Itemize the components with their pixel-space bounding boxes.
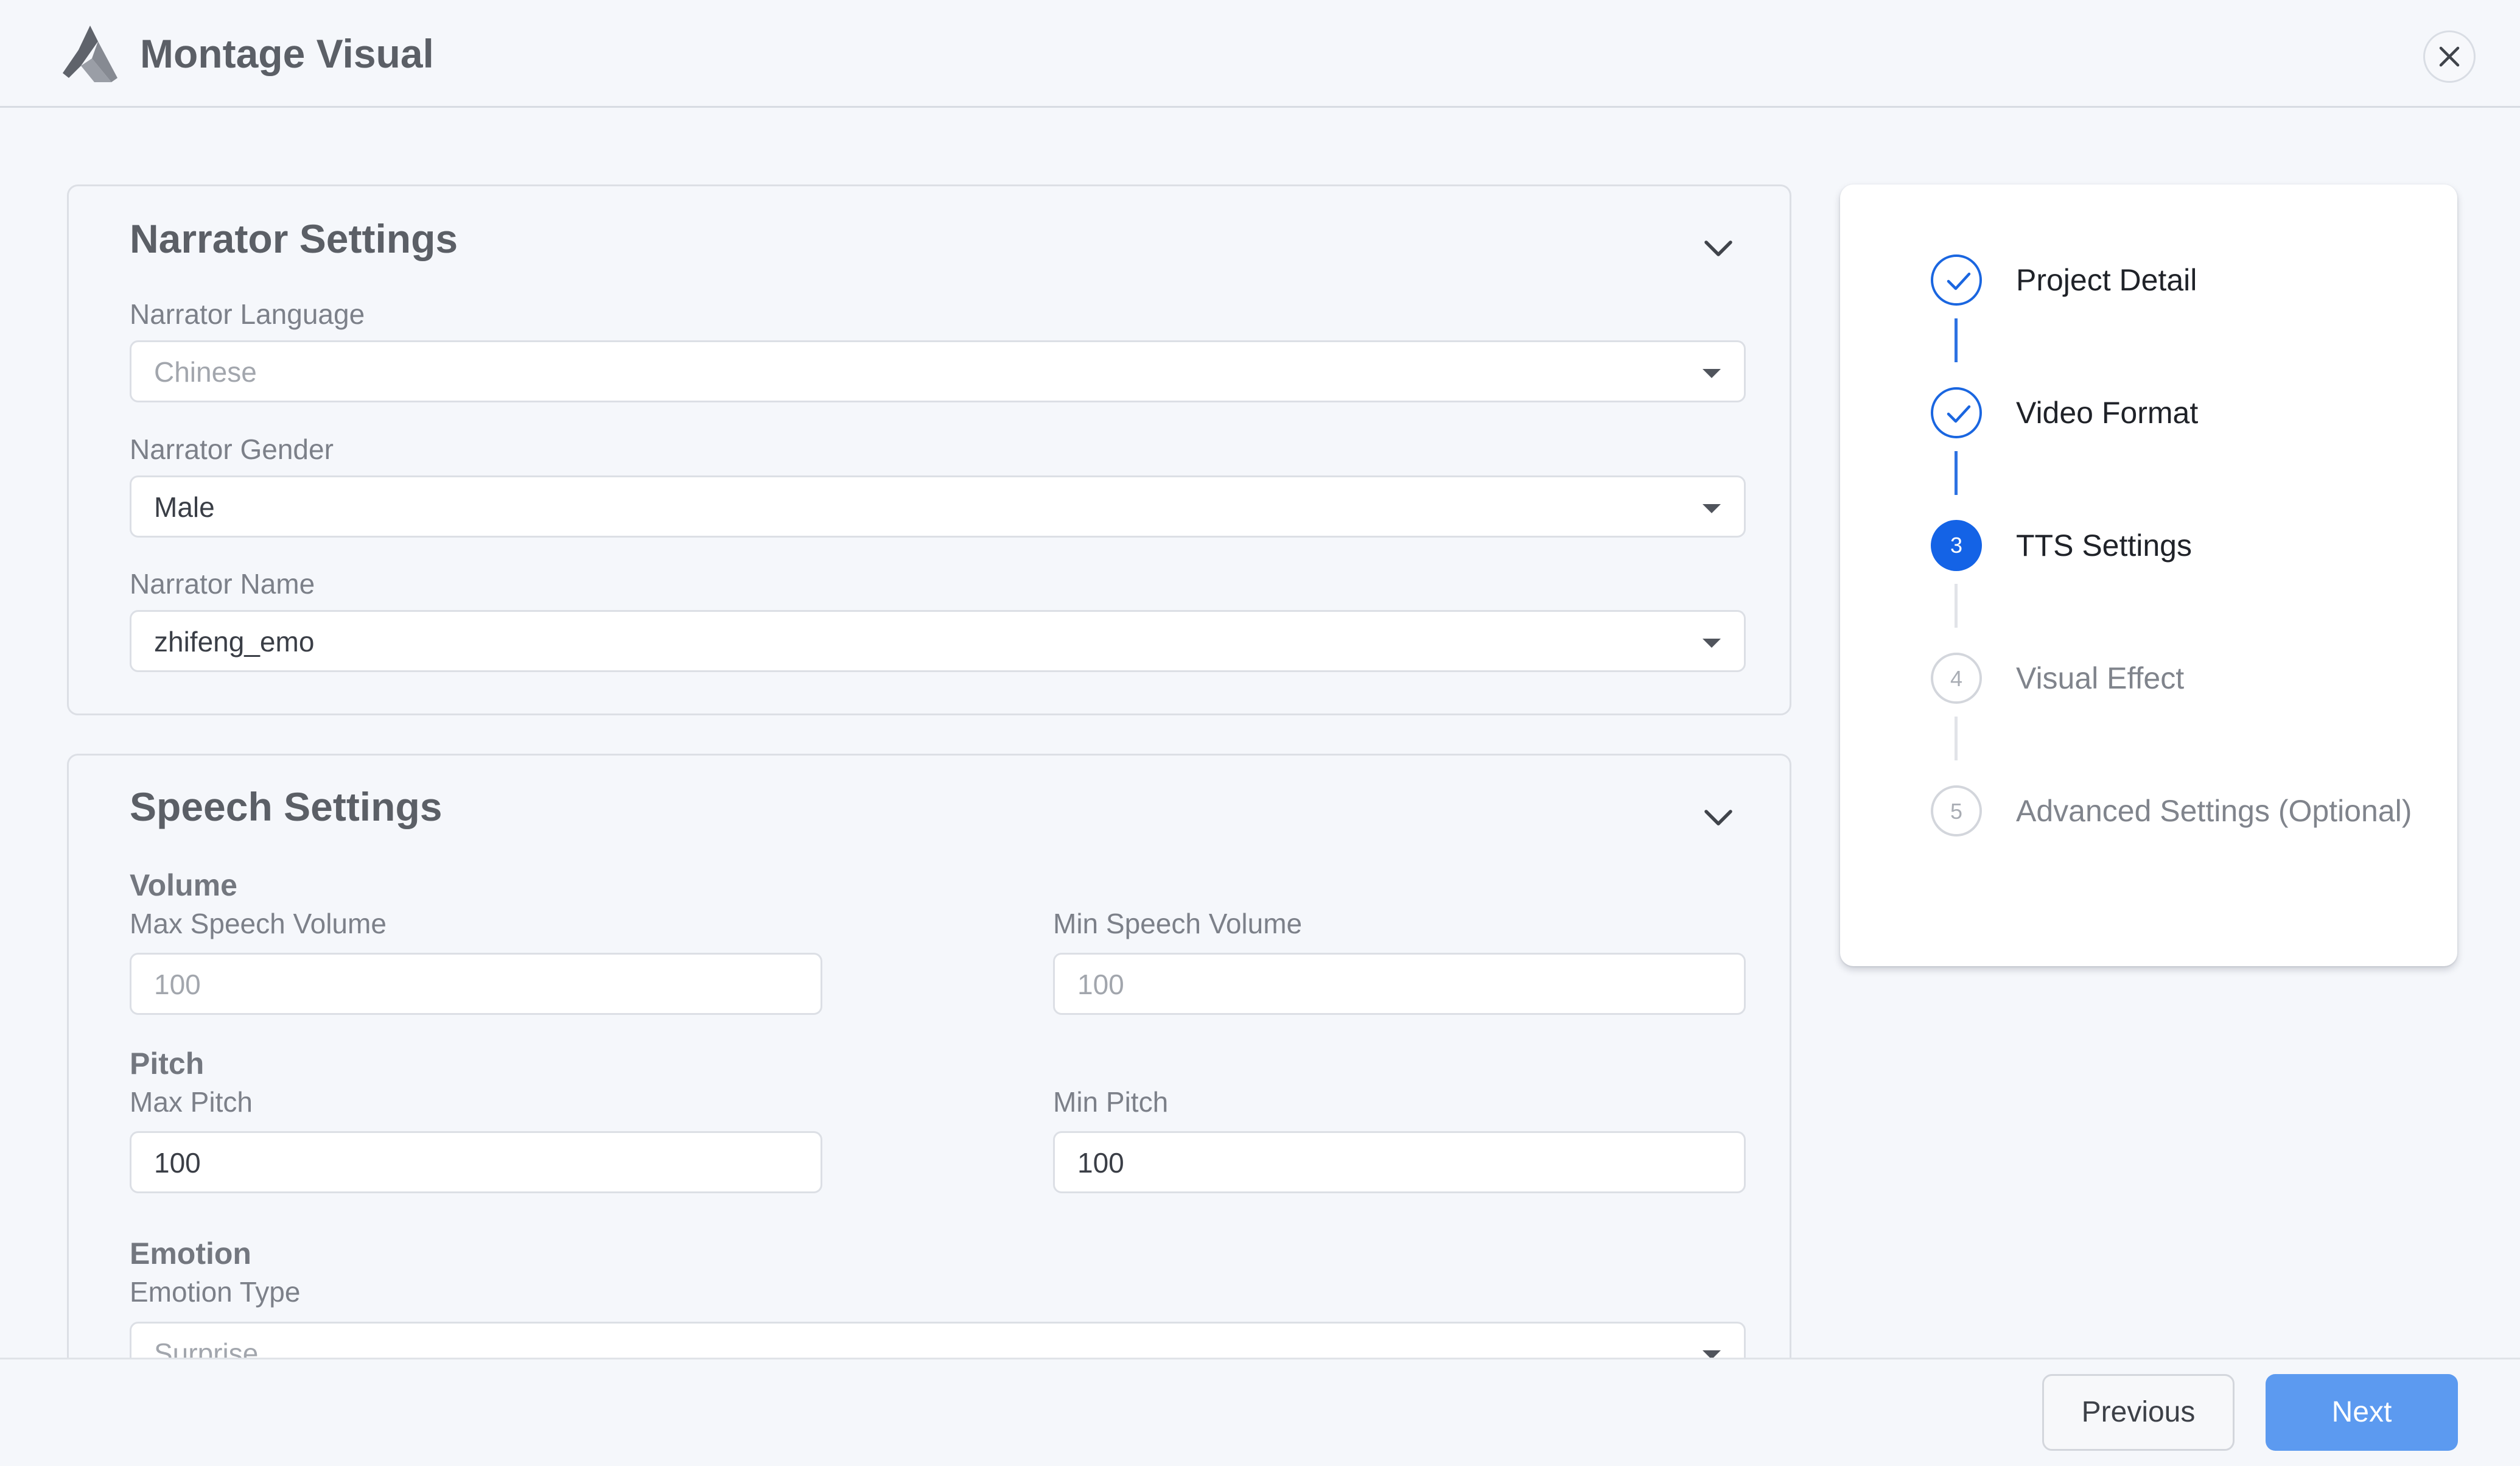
close-icon bbox=[2439, 46, 2460, 67]
step-4-number: 4 bbox=[1931, 653, 1982, 704]
min-speech-volume-label: Min Speech Volume bbox=[1053, 908, 1303, 939]
chevron-down-icon[interactable] bbox=[1700, 236, 1737, 261]
emotion-type-label: Emotion Type bbox=[130, 1276, 301, 1308]
narrator-gender-value: Male bbox=[154, 491, 215, 523]
caret-down-icon bbox=[1703, 369, 1721, 378]
app-header: Montage Visual bbox=[0, 0, 2520, 108]
step-3-number: 3 bbox=[1931, 520, 1982, 571]
max-pitch-value: 100 bbox=[154, 1147, 201, 1179]
pitch-group-label: Pitch bbox=[130, 1047, 205, 1081]
step-connector bbox=[1955, 451, 1958, 495]
narrator-gender-label: Narrator Gender bbox=[130, 433, 334, 465]
min-speech-volume-input[interactable]: 100 bbox=[1053, 953, 1746, 1015]
min-pitch-value: 100 bbox=[1077, 1147, 1124, 1179]
max-speech-volume-label: Max Speech Volume bbox=[130, 908, 387, 939]
narrator-settings-title: Narrator Settings bbox=[130, 216, 458, 261]
next-button[interactable]: Next bbox=[2266, 1374, 2458, 1451]
narrator-language-value: Chinese bbox=[154, 356, 257, 388]
max-pitch-input[interactable]: 100 bbox=[130, 1131, 822, 1193]
max-speech-volume-placeholder: 100 bbox=[154, 969, 201, 1000]
close-button[interactable] bbox=[2423, 30, 2476, 83]
max-speech-volume-input[interactable]: 100 bbox=[130, 953, 822, 1015]
narrator-name-value: zhifeng_emo bbox=[154, 626, 315, 658]
step-2-label[interactable]: Video Format bbox=[2016, 394, 2198, 432]
min-pitch-label: Min Pitch bbox=[1053, 1086, 1169, 1118]
volume-group-label: Volume bbox=[130, 868, 237, 902]
speech-settings-title: Speech Settings bbox=[130, 784, 443, 829]
step-2-check-icon bbox=[1931, 387, 1982, 438]
montage-logo-icon bbox=[63, 26, 117, 82]
step-5-label[interactable]: Advanced Settings (Optional) bbox=[2016, 792, 2412, 830]
narrator-name-select[interactable]: zhifeng_emo bbox=[130, 610, 1746, 672]
narrator-name-label: Narrator Name bbox=[130, 568, 315, 600]
min-speech-volume-placeholder: 100 bbox=[1077, 969, 1124, 1000]
chevron-down-icon[interactable] bbox=[1700, 805, 1737, 830]
progress-stepper: Project Detail Video Format 3 TTS Settin… bbox=[1840, 184, 2457, 966]
speech-settings-panel: Speech Settings Volume Max Speech Volume… bbox=[67, 754, 1791, 1399]
step-3-label[interactable]: TTS Settings bbox=[2016, 527, 2192, 564]
caret-down-icon bbox=[1703, 639, 1721, 648]
caret-down-icon bbox=[1703, 504, 1721, 513]
step-1-check-icon bbox=[1931, 254, 1982, 306]
emotion-group-label: Emotion bbox=[130, 1236, 251, 1271]
step-5-number: 5 bbox=[1931, 785, 1982, 836]
app-title: Montage Visual bbox=[140, 31, 434, 76]
step-connector bbox=[1955, 584, 1958, 628]
min-pitch-input[interactable]: 100 bbox=[1053, 1131, 1746, 1193]
max-pitch-label: Max Pitch bbox=[130, 1086, 253, 1118]
narrator-language-select[interactable]: Chinese bbox=[130, 340, 1746, 402]
previous-button[interactable]: Previous bbox=[2042, 1374, 2235, 1451]
narrator-settings-panel: Narrator Settings Narrator Language Chin… bbox=[67, 184, 1791, 715]
step-connector bbox=[1955, 717, 1958, 760]
narrator-gender-select[interactable]: Male bbox=[130, 475, 1746, 538]
step-1-label[interactable]: Project Detail bbox=[2016, 261, 2197, 299]
step-connector bbox=[1955, 318, 1958, 362]
narrator-language-label: Narrator Language bbox=[130, 298, 365, 330]
step-4-label[interactable]: Visual Effect bbox=[2016, 659, 2184, 697]
